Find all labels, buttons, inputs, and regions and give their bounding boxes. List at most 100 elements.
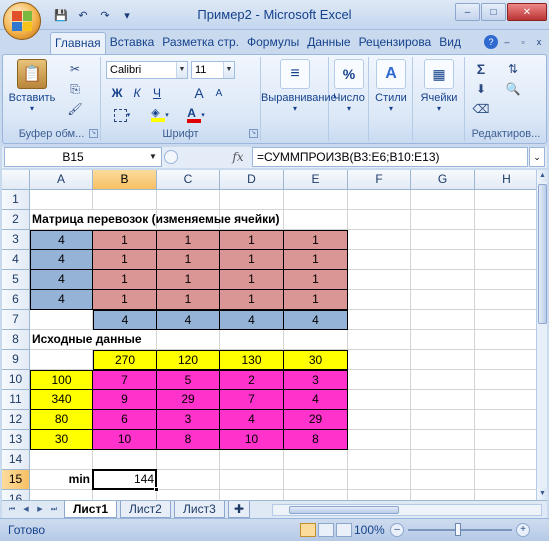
insert-sheet-button[interactable]: ✚: [228, 501, 251, 518]
cell-h7[interactable]: [475, 310, 536, 330]
cell-f2[interactable]: [348, 210, 411, 230]
chevron-down-icon[interactable]: ▼: [223, 62, 234, 78]
cell-b13[interactable]: 10: [93, 430, 157, 450]
cell-a7[interactable]: [30, 310, 93, 330]
cell-f8[interactable]: [348, 330, 411, 350]
alignment-button[interactable]: ≡ Выравнивание ▾: [261, 59, 337, 113]
column-header-h[interactable]: H: [475, 170, 536, 190]
expand-formula-bar-icon[interactable]: ⌄: [529, 147, 545, 167]
cell-e7[interactable]: 4: [284, 310, 348, 330]
chevron-down-icon[interactable]: ▼: [146, 149, 160, 165]
cell-h1[interactable]: [475, 190, 536, 210]
cell-d4[interactable]: 1: [220, 250, 284, 270]
cell-b16[interactable]: [93, 490, 157, 500]
cell-a8[interactable]: Исходные данные: [30, 330, 142, 350]
cell-h11[interactable]: [475, 390, 536, 410]
name-box[interactable]: B15: [4, 147, 162, 167]
cell-g5[interactable]: [411, 270, 475, 290]
cell-e5[interactable]: 1: [284, 270, 348, 290]
cell-c9[interactable]: 120: [157, 350, 220, 370]
autosum-icon[interactable]: Σ: [473, 61, 489, 77]
copy-icon[interactable]: ⎘: [67, 81, 83, 97]
cell-g1[interactable]: [411, 190, 475, 210]
cell-a4[interactable]: 4: [30, 250, 93, 270]
styles-button[interactable]: A Стили ▾: [369, 59, 413, 113]
sheet-tab-2[interactable]: Лист2: [120, 501, 171, 518]
cell-g12[interactable]: [411, 410, 475, 430]
cell-c13[interactable]: 8: [157, 430, 220, 450]
cell-d3[interactable]: 1: [220, 230, 284, 250]
cell-f15[interactable]: [348, 470, 411, 490]
normal-view-icon[interactable]: [300, 523, 316, 537]
cell-e6[interactable]: 1: [284, 290, 348, 310]
cell-f4[interactable]: [348, 250, 411, 270]
italic-button[interactable]: К: [129, 84, 145, 102]
cell-d10[interactable]: 2: [220, 370, 284, 390]
cell-b10[interactable]: 7: [93, 370, 157, 390]
minimize-button[interactable]: –: [455, 3, 480, 21]
cell-b1[interactable]: [93, 190, 157, 210]
row-header-5[interactable]: 5: [2, 270, 30, 290]
workbook-restore-icon[interactable]: ▫: [516, 35, 530, 49]
row-header-15[interactable]: 15: [2, 470, 30, 490]
maximize-button[interactable]: □: [481, 3, 506, 21]
cell-d7[interactable]: 4: [220, 310, 284, 330]
cell-a15[interactable]: min: [30, 470, 93, 490]
cell-g11[interactable]: [411, 390, 475, 410]
shrink-font-button[interactable]: A: [211, 84, 227, 102]
column-header-e[interactable]: E: [284, 170, 348, 190]
cell-f7[interactable]: [348, 310, 411, 330]
tab-data[interactable]: Данные: [303, 32, 354, 54]
cell-a2[interactable]: Матрица перевозок (изменяемые ячейки): [30, 210, 279, 230]
scroll-down-icon[interactable]: ▼: [537, 488, 548, 500]
find-select-icon[interactable]: 🔍: [505, 81, 521, 97]
row-header-8[interactable]: 8: [2, 330, 30, 350]
font-color-button[interactable]: A ▾: [181, 106, 211, 124]
scroll-up-icon[interactable]: ▲: [537, 170, 548, 182]
row-header-12[interactable]: 12: [2, 410, 30, 430]
fill-color-button[interactable]: ◈ ▾: [145, 106, 175, 124]
cell-e4[interactable]: 1: [284, 250, 348, 270]
next-sheet-icon[interactable]: ▶: [34, 503, 46, 517]
formula-bar-grip[interactable]: [164, 150, 178, 164]
cell-h16[interactable]: [475, 490, 536, 500]
row-header-11[interactable]: 11: [2, 390, 30, 410]
tab-formulas[interactable]: Формулы: [243, 32, 303, 54]
tab-view[interactable]: Вид: [435, 32, 465, 54]
cell-a12[interactable]: 80: [30, 410, 93, 430]
cell-c8[interactable]: [157, 330, 220, 350]
cell-e12[interactable]: 29: [284, 410, 348, 430]
row-header-4[interactable]: 4: [2, 250, 30, 270]
cell-d16[interactable]: [220, 490, 284, 500]
close-button[interactable]: ✕: [507, 3, 547, 21]
cell-f14[interactable]: [348, 450, 411, 470]
cell-f10[interactable]: [348, 370, 411, 390]
chevron-down-icon[interactable]: ▼: [176, 62, 187, 78]
help-icon[interactable]: ?: [484, 35, 498, 49]
horizontal-scrollbar[interactable]: [272, 504, 542, 516]
cell-f13[interactable]: [348, 430, 411, 450]
underline-button[interactable]: Ч: [149, 84, 165, 102]
sheet-tab-1[interactable]: Лист1: [64, 501, 118, 518]
cell-e3[interactable]: 1: [284, 230, 348, 250]
cell-h15[interactable]: [475, 470, 536, 490]
cell-e15[interactable]: [284, 470, 348, 490]
cell-f3[interactable]: [348, 230, 411, 250]
cell-d6[interactable]: 1: [220, 290, 284, 310]
bold-button[interactable]: Ж: [109, 84, 125, 102]
cell-c1[interactable]: [157, 190, 220, 210]
cell-a6[interactable]: 4: [30, 290, 93, 310]
cell-e13[interactable]: 8: [284, 430, 348, 450]
cell-g7[interactable]: [411, 310, 475, 330]
cell-c11[interactable]: 29: [157, 390, 220, 410]
cell-e9[interactable]: 30: [284, 350, 348, 370]
font-launcher-icon[interactable]: ↘: [249, 129, 258, 138]
cell-a1[interactable]: [30, 190, 93, 210]
tab-home[interactable]: Главная: [50, 32, 106, 54]
cell-f9[interactable]: [348, 350, 411, 370]
cell-e14[interactable]: [284, 450, 348, 470]
column-header-c[interactable]: C: [157, 170, 220, 190]
cell-e8[interactable]: [284, 330, 348, 350]
column-header-a[interactable]: A: [30, 170, 93, 190]
cell-h6[interactable]: [475, 290, 536, 310]
